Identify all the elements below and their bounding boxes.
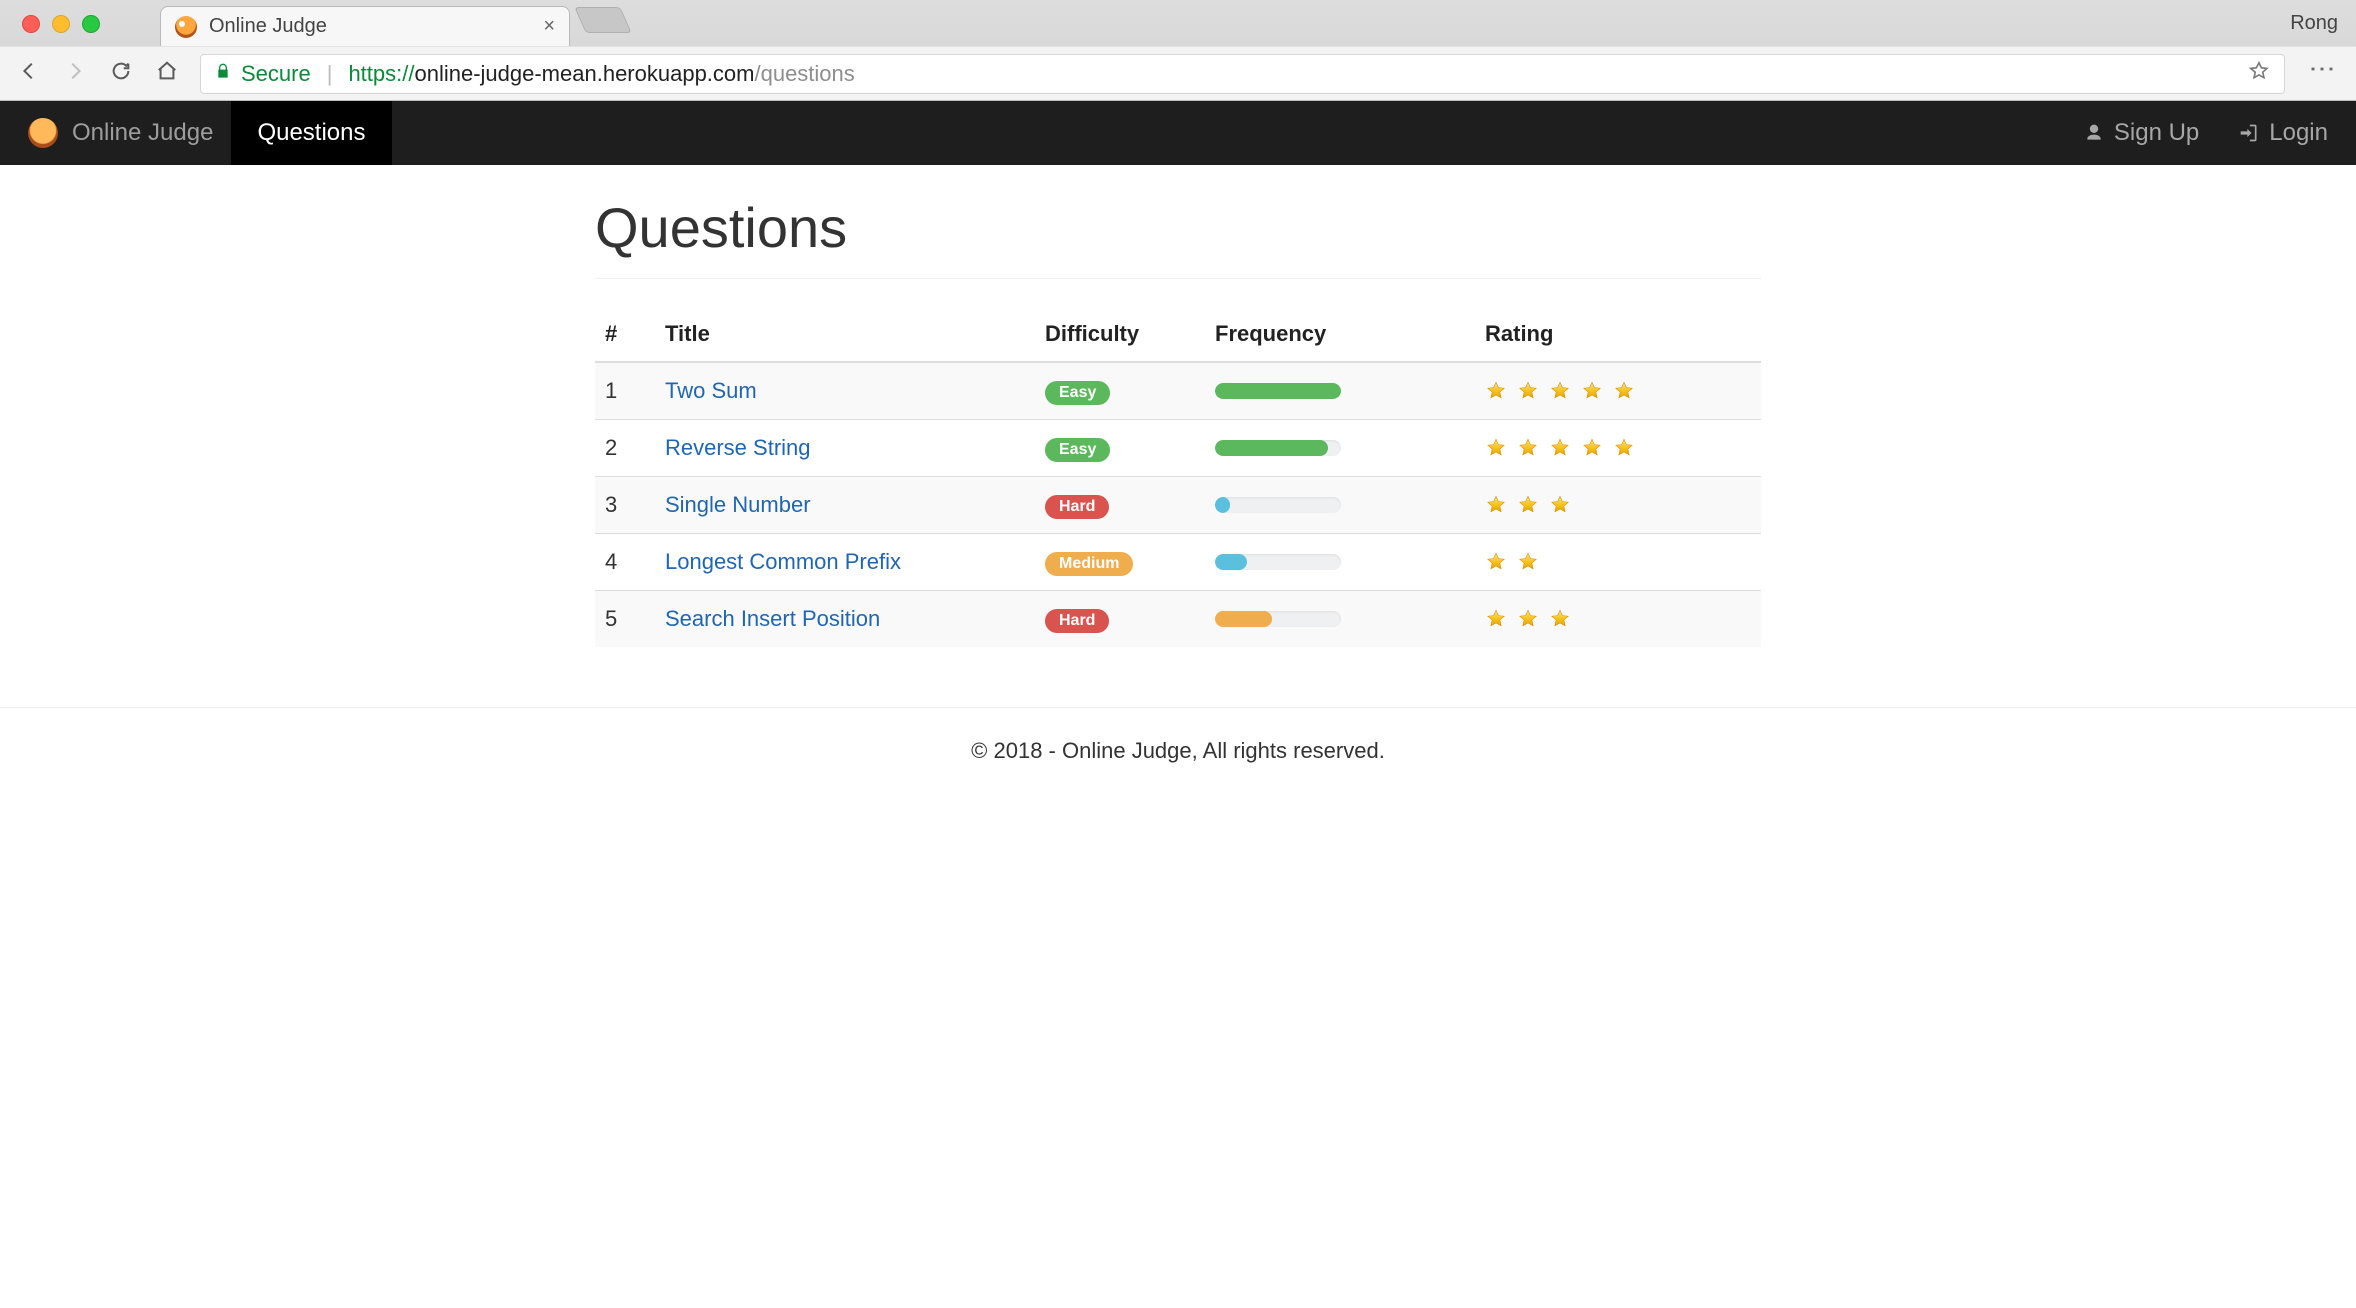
tab-favicon — [175, 16, 197, 38]
cell-number: 3 — [595, 477, 655, 534]
url-text: https://online-judge-mean.herokuapp.com/… — [348, 61, 854, 87]
browser-profile-name[interactable]: Rong — [2290, 12, 2338, 35]
cell-difficulty: Hard — [1035, 477, 1205, 534]
difficulty-badge: Easy — [1045, 381, 1110, 405]
table-row: 2 Reverse String Easy — [595, 420, 1761, 477]
secure-label: Secure — [241, 61, 311, 87]
footer-text: © 2018 - Online Judge, All rights reserv… — [971, 738, 1385, 763]
app-navbar: Online Judge Questions Sign Up Login — [0, 101, 2356, 165]
frequency-bar — [1215, 611, 1341, 627]
th-frequency[interactable]: Frequency — [1205, 307, 1475, 362]
signup-label: Sign Up — [2114, 119, 2199, 147]
nav-item-questions[interactable]: Questions — [231, 101, 391, 165]
brand[interactable]: Online Judge — [28, 118, 213, 148]
difficulty-badge: Easy — [1045, 438, 1110, 462]
bookmark-star-icon[interactable] — [2248, 60, 2270, 88]
browser-menu-icon[interactable]: ⋮ — [2307, 56, 2338, 91]
cell-title: Single Number — [655, 477, 1035, 534]
frequency-bar — [1215, 383, 1341, 399]
lock-icon — [215, 63, 231, 84]
difficulty-badge: Medium — [1045, 552, 1133, 576]
cell-difficulty: Easy — [1035, 362, 1205, 420]
table-row: 1 Two Sum Easy — [595, 362, 1761, 420]
separator: | — [327, 61, 333, 87]
reload-button[interactable] — [110, 60, 132, 87]
cell-difficulty: Easy — [1035, 420, 1205, 477]
close-window-button[interactable] — [22, 15, 40, 33]
page-title: Questions — [595, 195, 1761, 279]
cell-difficulty: Medium — [1035, 534, 1205, 591]
tab-close-icon[interactable]: × — [543, 15, 555, 38]
back-button[interactable] — [18, 60, 40, 87]
cell-title: Two Sum — [655, 362, 1035, 420]
cell-rating — [1475, 534, 1761, 591]
home-button[interactable] — [156, 60, 178, 87]
th-title[interactable]: Title — [655, 307, 1035, 362]
page-container: Questions # Title Difficulty Frequency R… — [595, 165, 1761, 647]
th-rating[interactable]: Rating — [1475, 307, 1761, 362]
cell-rating — [1475, 591, 1761, 648]
cell-frequency — [1205, 420, 1475, 477]
address-bar[interactable]: Secure | https://online-judge-mean.herok… — [200, 54, 2285, 94]
user-icon — [2084, 123, 2104, 143]
cell-number: 2 — [595, 420, 655, 477]
cell-rating — [1475, 362, 1761, 420]
th-difficulty[interactable]: Difficulty — [1035, 307, 1205, 362]
browser-toolbar: Secure | https://online-judge-mean.herok… — [0, 46, 2356, 100]
footer: © 2018 - Online Judge, All rights reserv… — [0, 708, 2356, 844]
nav-item-label: Questions — [257, 119, 365, 147]
difficulty-badge: Hard — [1045, 609, 1109, 633]
th-number[interactable]: # — [595, 307, 655, 362]
rating-stars — [1485, 551, 1751, 573]
nav-buttons — [18, 60, 178, 87]
new-tab-button[interactable] — [574, 7, 632, 33]
tab-strip: Rong Online Judge × — [0, 0, 2356, 46]
rating-stars — [1485, 380, 1751, 402]
tab-title: Online Judge — [209, 15, 531, 38]
table-row: 5 Search Insert Position Hard — [595, 591, 1761, 648]
question-link[interactable]: Search Insert Position — [665, 606, 880, 631]
cell-frequency — [1205, 362, 1475, 420]
minimize-window-button[interactable] — [52, 15, 70, 33]
maximize-window-button[interactable] — [82, 15, 100, 33]
cell-number: 5 — [595, 591, 655, 648]
question-link[interactable]: Reverse String — [665, 435, 811, 460]
cell-number: 1 — [595, 362, 655, 420]
cell-number: 4 — [595, 534, 655, 591]
frequency-bar — [1215, 440, 1341, 456]
cell-difficulty: Hard — [1035, 591, 1205, 648]
table-row: 3 Single Number Hard — [595, 477, 1761, 534]
login-icon — [2239, 123, 2259, 143]
window-controls — [22, 15, 100, 33]
login-link[interactable]: Login — [2239, 119, 2328, 147]
questions-table: # Title Difficulty Frequency Rating 1 Two… — [595, 307, 1761, 647]
frequency-bar — [1215, 554, 1341, 570]
question-link[interactable]: Longest Common Prefix — [665, 549, 901, 574]
question-link[interactable]: Two Sum — [665, 378, 757, 403]
browser-tab[interactable]: Online Judge × — [160, 6, 570, 46]
brand-text: Online Judge — [72, 119, 213, 147]
cell-frequency — [1205, 477, 1475, 534]
cell-frequency — [1205, 534, 1475, 591]
cell-frequency — [1205, 591, 1475, 648]
forward-button — [64, 60, 86, 87]
rating-stars — [1485, 437, 1751, 459]
nav-right: Sign Up Login — [2084, 119, 2328, 147]
cell-rating — [1475, 477, 1761, 534]
cell-title: Search Insert Position — [655, 591, 1035, 648]
browser-chrome: Rong Online Judge × — [0, 0, 2356, 101]
cell-title: Reverse String — [655, 420, 1035, 477]
table-row: 4 Longest Common Prefix Medium — [595, 534, 1761, 591]
rating-stars — [1485, 608, 1751, 630]
login-label: Login — [2269, 119, 2328, 147]
tabbar: Online Judge × — [160, 0, 626, 46]
frequency-bar — [1215, 497, 1341, 513]
signup-link[interactable]: Sign Up — [2084, 119, 2199, 147]
difficulty-badge: Hard — [1045, 495, 1109, 519]
question-link[interactable]: Single Number — [665, 492, 811, 517]
brand-logo-icon — [28, 118, 58, 148]
rating-stars — [1485, 494, 1751, 516]
cell-title: Longest Common Prefix — [655, 534, 1035, 591]
cell-rating — [1475, 420, 1761, 477]
